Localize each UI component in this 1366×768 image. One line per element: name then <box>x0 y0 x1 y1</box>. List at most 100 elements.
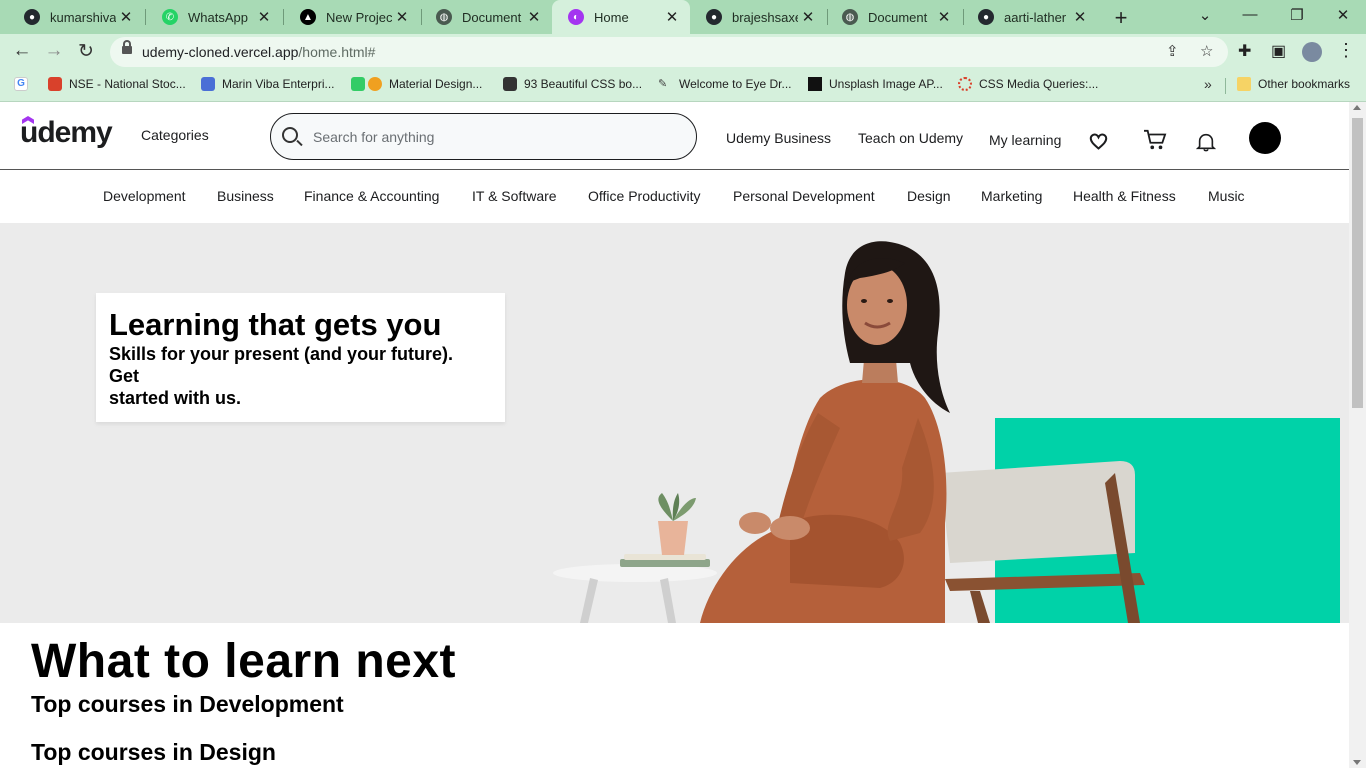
nse-icon <box>48 77 62 91</box>
menu-icon[interactable]: ⋮ <box>1337 40 1355 61</box>
bookmark-icon <box>503 77 517 91</box>
new-tab-button[interactable]: + <box>1109 5 1133 31</box>
nav-item-finance-accounting[interactable]: Finance & Accounting <box>304 188 439 204</box>
nav-item-office-productivity[interactable]: Office Productivity <box>588 188 701 204</box>
folder-icon <box>1237 77 1251 91</box>
hero-title: Learning that gets you <box>109 307 442 342</box>
udemy-business-link[interactable]: Udemy Business <box>726 130 831 146</box>
scroll-thumb[interactable] <box>1352 118 1363 408</box>
close-icon[interactable]: ✕ <box>934 8 954 26</box>
web-page: udemy Categories Udemy Business Teach on… <box>0 102 1349 768</box>
bookmark-item[interactable]: ✎ Welcome to Eye Dr... <box>658 77 791 91</box>
bell-icon[interactable] <box>1196 132 1216 152</box>
browser-tab[interactable]: ▲ New Project - ✕ <box>284 0 420 34</box>
teach-on-udemy-link[interactable]: Teach on Udemy <box>858 130 963 146</box>
categories-link[interactable]: Categories <box>141 127 209 143</box>
hero-photo-woman-in-chair <box>553 241 1145 623</box>
close-icon[interactable]: ✕ <box>116 8 136 26</box>
tab-search-icon[interactable]: ⌄ <box>1195 6 1215 24</box>
bookmark-divider <box>1225 78 1226 94</box>
css-icon <box>958 77 972 91</box>
minimize-icon[interactable]: — <box>1240 6 1260 23</box>
nav-item-business[interactable]: Business <box>217 188 274 204</box>
bookmark-icon <box>201 77 215 91</box>
github-icon: ● <box>978 9 994 25</box>
hero-subtitle: Skills for your present (and your future… <box>109 344 454 408</box>
bookmark-item[interactable]: Unsplash Image AP... <box>808 77 943 91</box>
user-avatar[interactable] <box>1249 122 1281 154</box>
search-input[interactable] <box>313 124 683 150</box>
pen-icon: ✎ <box>658 78 668 90</box>
section-title: What to learn next <box>31 635 457 688</box>
close-icon[interactable]: ✕ <box>524 8 544 26</box>
udemy-logo[interactable]: udemy <box>20 116 113 150</box>
whatsapp-icon: ✆ <box>162 9 178 25</box>
browser-tab-strip: ● kumarshivam ✕ ✆ WhatsApp ✕ ▲ New Proje… <box>0 0 1366 34</box>
nav-item-music[interactable]: Music <box>1208 188 1245 204</box>
back-icon[interactable]: ← <box>10 40 34 62</box>
globe-icon: ◍ <box>436 9 452 25</box>
google-icon: G <box>14 77 28 91</box>
browser-tab[interactable]: ● kumarshivam ✕ <box>8 0 144 34</box>
browser-toolbar: ← → ↻ udemy-cloned.vercel.app/home.html#… <box>0 34 1366 70</box>
browser-tab[interactable]: ● brajeshsaxena ✕ <box>690 0 826 34</box>
nav-item-it-software[interactable]: IT & Software <box>472 188 557 204</box>
bookmark-item[interactable]: Marin Viba Enterpri... <box>201 77 335 91</box>
heart-icon[interactable] <box>1089 133 1108 150</box>
more-bookmarks-icon[interactable]: » <box>1204 76 1212 92</box>
browser-tab-active[interactable]: ◐ Home ✕ <box>552 0 690 34</box>
nav-item-design[interactable]: Design <box>907 188 951 204</box>
close-icon[interactable]: ✕ <box>392 8 412 26</box>
close-icon[interactable]: ✕ <box>798 8 818 26</box>
scroll-up-arrow-icon[interactable] <box>1353 105 1361 110</box>
scroll-down-arrow-icon[interactable] <box>1353 760 1361 765</box>
page-scrollbar[interactable] <box>1349 102 1366 768</box>
palette-icon <box>368 77 382 91</box>
cart-icon[interactable] <box>1143 129 1167 151</box>
unsplash-icon <box>808 77 822 91</box>
nav-item-personal-development[interactable]: Personal Development <box>733 188 875 204</box>
bookmark-item[interactable]: 93 Beautiful CSS bo... <box>503 77 642 91</box>
hero-banner: Learning that gets you Skills for your p… <box>0 223 1349 623</box>
profile-avatar[interactable] <box>1302 42 1322 62</box>
google-bookmark[interactable]: G <box>14 77 35 91</box>
restore-icon[interactable]: ❐ <box>1287 6 1307 24</box>
star-icon[interactable]: ☆ <box>1200 42 1213 60</box>
site-header: udemy Categories Udemy Business Teach on… <box>0 102 1349 170</box>
share-icon[interactable]: ⇪ <box>1166 42 1179 60</box>
hero-card: Learning that gets you Skills for your p… <box>96 293 505 422</box>
browser-tab[interactable]: ◍ Document ✕ <box>826 0 962 34</box>
bookmark-item[interactable]: Material Design... <box>351 77 482 91</box>
clip-icon: ◐ <box>568 9 584 25</box>
close-icon[interactable]: ✕ <box>254 8 274 26</box>
close-icon[interactable]: ✕ <box>1070 8 1090 26</box>
vercel-icon: ▲ <box>300 9 316 25</box>
forward-icon[interactable]: → <box>42 40 66 62</box>
nav-item-health-fitness[interactable]: Health & Fitness <box>1073 188 1176 204</box>
nav-item-marketing[interactable]: Marketing <box>981 188 1042 204</box>
browser-tab[interactable]: ● aarti-lather (A ✕ <box>962 0 1098 34</box>
browser-tab[interactable]: ◍ Document ✕ <box>420 0 552 34</box>
bookmark-item[interactable]: NSE - National Stoc... <box>48 77 186 91</box>
window-close-icon[interactable]: ✕ <box>1333 6 1353 24</box>
other-bookmarks[interactable]: Other bookmarks <box>1237 77 1350 91</box>
browser-tab[interactable]: ✆ WhatsApp ✕ <box>146 0 282 34</box>
github-icon: ● <box>706 9 722 25</box>
subsection-title-design: Top courses in Design <box>31 739 276 765</box>
url-text[interactable]: udemy-cloned.vercel.app/home.html# <box>142 44 375 60</box>
address-bar[interactable]: udemy-cloned.vercel.app/home.html# ⇪ ☆ <box>110 37 1228 67</box>
subsection-title-development: Top courses in Development <box>31 691 344 717</box>
globe-icon: ◍ <box>842 9 858 25</box>
nav-item-development[interactable]: Development <box>103 188 186 204</box>
extensions-icon[interactable]: ✚ <box>1238 41 1251 61</box>
search-bar[interactable] <box>270 113 697 160</box>
github-icon: ● <box>24 9 40 25</box>
search-icon[interactable] <box>282 127 298 143</box>
bookmark-item[interactable]: CSS Media Queries:... <box>958 77 1098 91</box>
side-panel-icon[interactable]: ▣ <box>1271 41 1286 61</box>
category-nav: Development Business Finance & Accountin… <box>0 171 1349 223</box>
my-learning-link[interactable]: My learning <box>989 132 1061 148</box>
grid-icon <box>351 77 365 91</box>
close-icon[interactable]: ✕ <box>662 8 682 26</box>
reload-icon[interactable]: ↻ <box>74 40 98 63</box>
